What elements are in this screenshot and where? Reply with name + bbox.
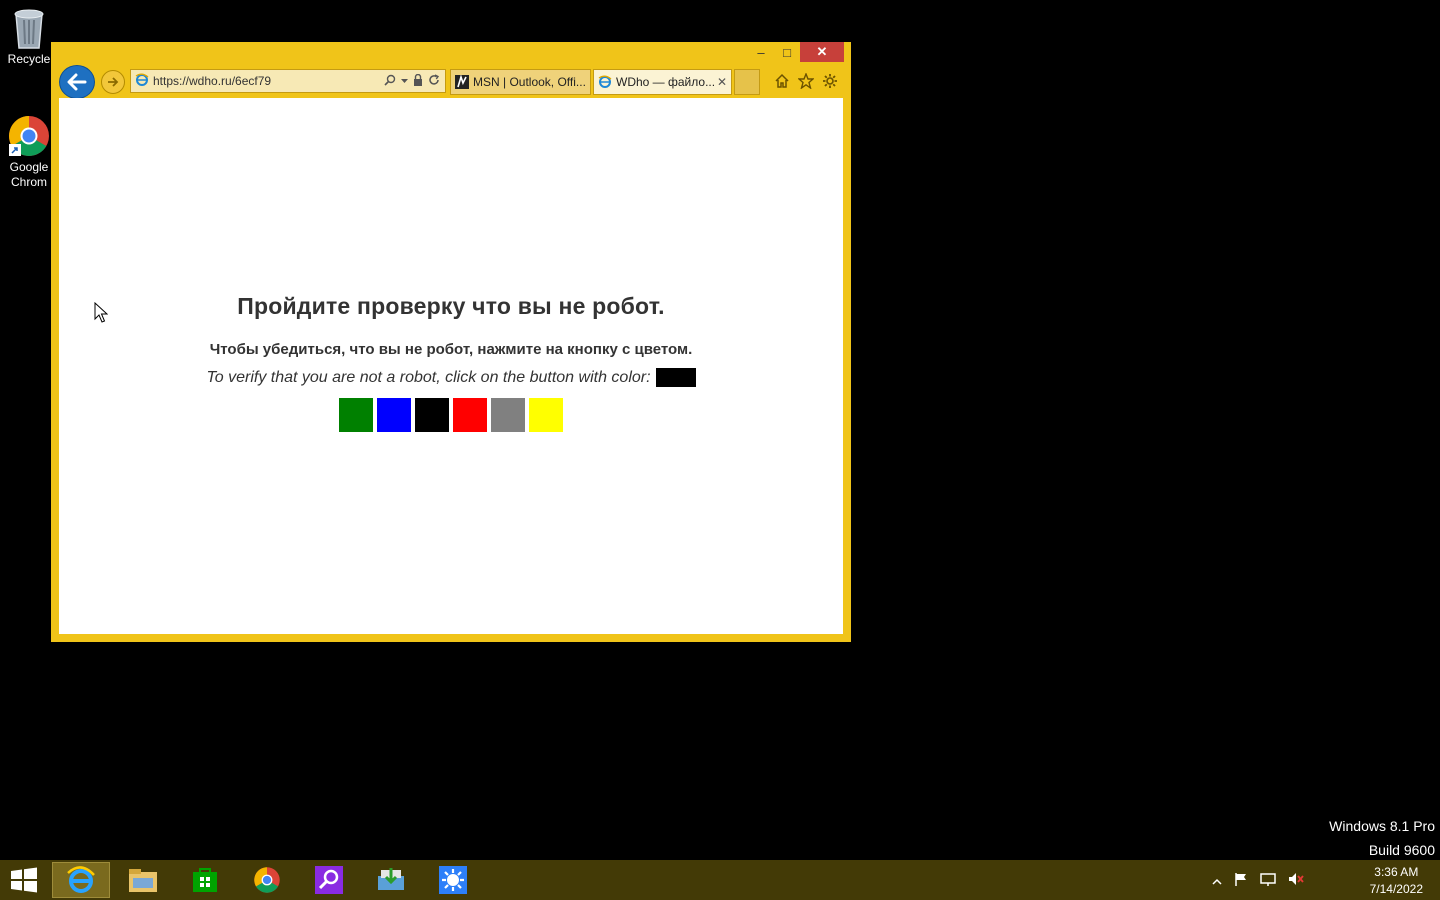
windows-version-watermark: Windows 8.1 Pro Build 9600 (1329, 814, 1435, 862)
system-tray (1212, 872, 1304, 891)
store-icon (193, 868, 217, 892)
recycle-bin-icon (14, 9, 44, 49)
taskbar-app-settings[interactable] (424, 862, 482, 898)
color-button-gray[interactable] (491, 398, 525, 432)
color-button-yellow[interactable] (529, 398, 563, 432)
instruction-en: To verify that you are not a robot, clic… (206, 368, 651, 386)
favorites-star-icon[interactable] (797, 72, 815, 90)
back-button[interactable] (59, 65, 95, 99)
window-controls: – □ ✕ (748, 42, 844, 62)
chrome-icon (9, 116, 49, 156)
address-bar[interactable]: https://wdho.ru/6ecf79 (130, 69, 446, 93)
lock-icon[interactable] (413, 73, 423, 89)
taskbar: 3:36 AM 7/14/2022 (0, 860, 1440, 900)
tab-wdho[interactable]: WDho — файло... ✕ (593, 69, 732, 95)
clock-date: 7/14/2022 (1369, 882, 1423, 896)
search-icon[interactable] (384, 74, 396, 89)
refresh-icon[interactable] (428, 73, 440, 89)
tab-close-icon[interactable]: ✕ (717, 75, 727, 89)
page-title: Пройдите проверку что вы не робот. (237, 293, 665, 319)
target-color-swatch (655, 368, 696, 387)
dropdown-arrow-icon[interactable] (401, 74, 408, 89)
taskbar-clock[interactable]: 3:36 AM 7/14/2022 (1370, 864, 1423, 898)
forward-button[interactable] (101, 70, 125, 94)
minimize-button[interactable]: – (748, 42, 774, 62)
instruction-en-row: To verify that you are not a robot, clic… (59, 368, 843, 387)
windows-logo-icon (11, 867, 37, 893)
ie-page-icon (598, 75, 612, 89)
desktop-icon-recycle-bin[interactable]: Recycle (6, 6, 52, 67)
build-line: Build 9600 (1368, 842, 1435, 858)
color-button-green[interactable] (339, 398, 373, 432)
taskbar-app-chrome[interactable] (238, 862, 296, 898)
page-viewport: Пройдите проверку что вы не робот. Чтобы… (59, 98, 843, 634)
clock-time: 3:36 AM (1374, 865, 1419, 879)
taskbar-app-installer[interactable] (362, 862, 420, 898)
navigation-bar: https://wdho.ru/6ecf79 MSN | Outlook, Of… (59, 64, 845, 99)
home-icon[interactable] (773, 72, 791, 90)
version-line: Windows 8.1 Pro (1329, 818, 1435, 834)
desktop-icon-label: Recycle (7, 52, 51, 66)
file-explorer-icon (129, 869, 157, 892)
new-tab-button[interactable] (734, 69, 760, 95)
install-app-icon (378, 868, 404, 890)
taskbar-app-store[interactable] (176, 862, 234, 898)
color-button-red[interactable] (453, 398, 487, 432)
internet-explorer-icon (67, 866, 95, 893)
gear-icon[interactable] (821, 72, 839, 90)
network-icon[interactable] (1260, 872, 1276, 891)
tab-label: MSN | Outlook, Offi... (473, 75, 586, 89)
volume-muted-icon[interactable] (1288, 872, 1304, 891)
color-button-black[interactable] (415, 398, 449, 432)
show-hidden-icons-icon[interactable] (1212, 873, 1222, 891)
maximize-button[interactable]: □ (774, 42, 800, 62)
msn-icon (455, 75, 469, 89)
settings-app-icon (439, 866, 467, 894)
ie-page-icon (135, 73, 149, 90)
close-window-button[interactable]: ✕ (800, 42, 844, 62)
instruction-ru: Чтобы убедиться, что вы не робот, нажмит… (209, 341, 693, 358)
taskbar-app-file-explorer[interactable] (114, 862, 172, 898)
address-url: https://wdho.ru/6ecf79 (153, 74, 272, 88)
color-button-row (59, 398, 843, 432)
forward-arrow-icon (108, 77, 119, 87)
back-arrow-icon (67, 73, 87, 91)
chrome-icon (254, 867, 280, 893)
tab-msn[interactable]: MSN | Outlook, Offi... (450, 69, 591, 95)
search-app-icon (315, 866, 343, 894)
taskbar-app-search[interactable] (300, 862, 358, 898)
action-center-flag-icon[interactable] (1234, 872, 1248, 891)
desktop-icon-label: Google Chrom (9, 160, 49, 189)
tab-label: WDho — файло... (616, 75, 716, 89)
browser-tools (773, 72, 839, 90)
desktop-icon-google-chrome[interactable]: Google Chrom (6, 114, 52, 190)
color-button-blue[interactable] (377, 398, 411, 432)
start-button[interactable] (0, 860, 48, 900)
mouse-cursor-icon (94, 302, 108, 323)
browser-window: – □ ✕ https://wdho.ru/6ecf79 MSN | Outlo… (51, 42, 851, 642)
taskbar-app-internet-explorer[interactable] (52, 862, 110, 898)
captcha-panel: Пройдите проверку что вы не робот. Чтобы… (59, 293, 843, 432)
